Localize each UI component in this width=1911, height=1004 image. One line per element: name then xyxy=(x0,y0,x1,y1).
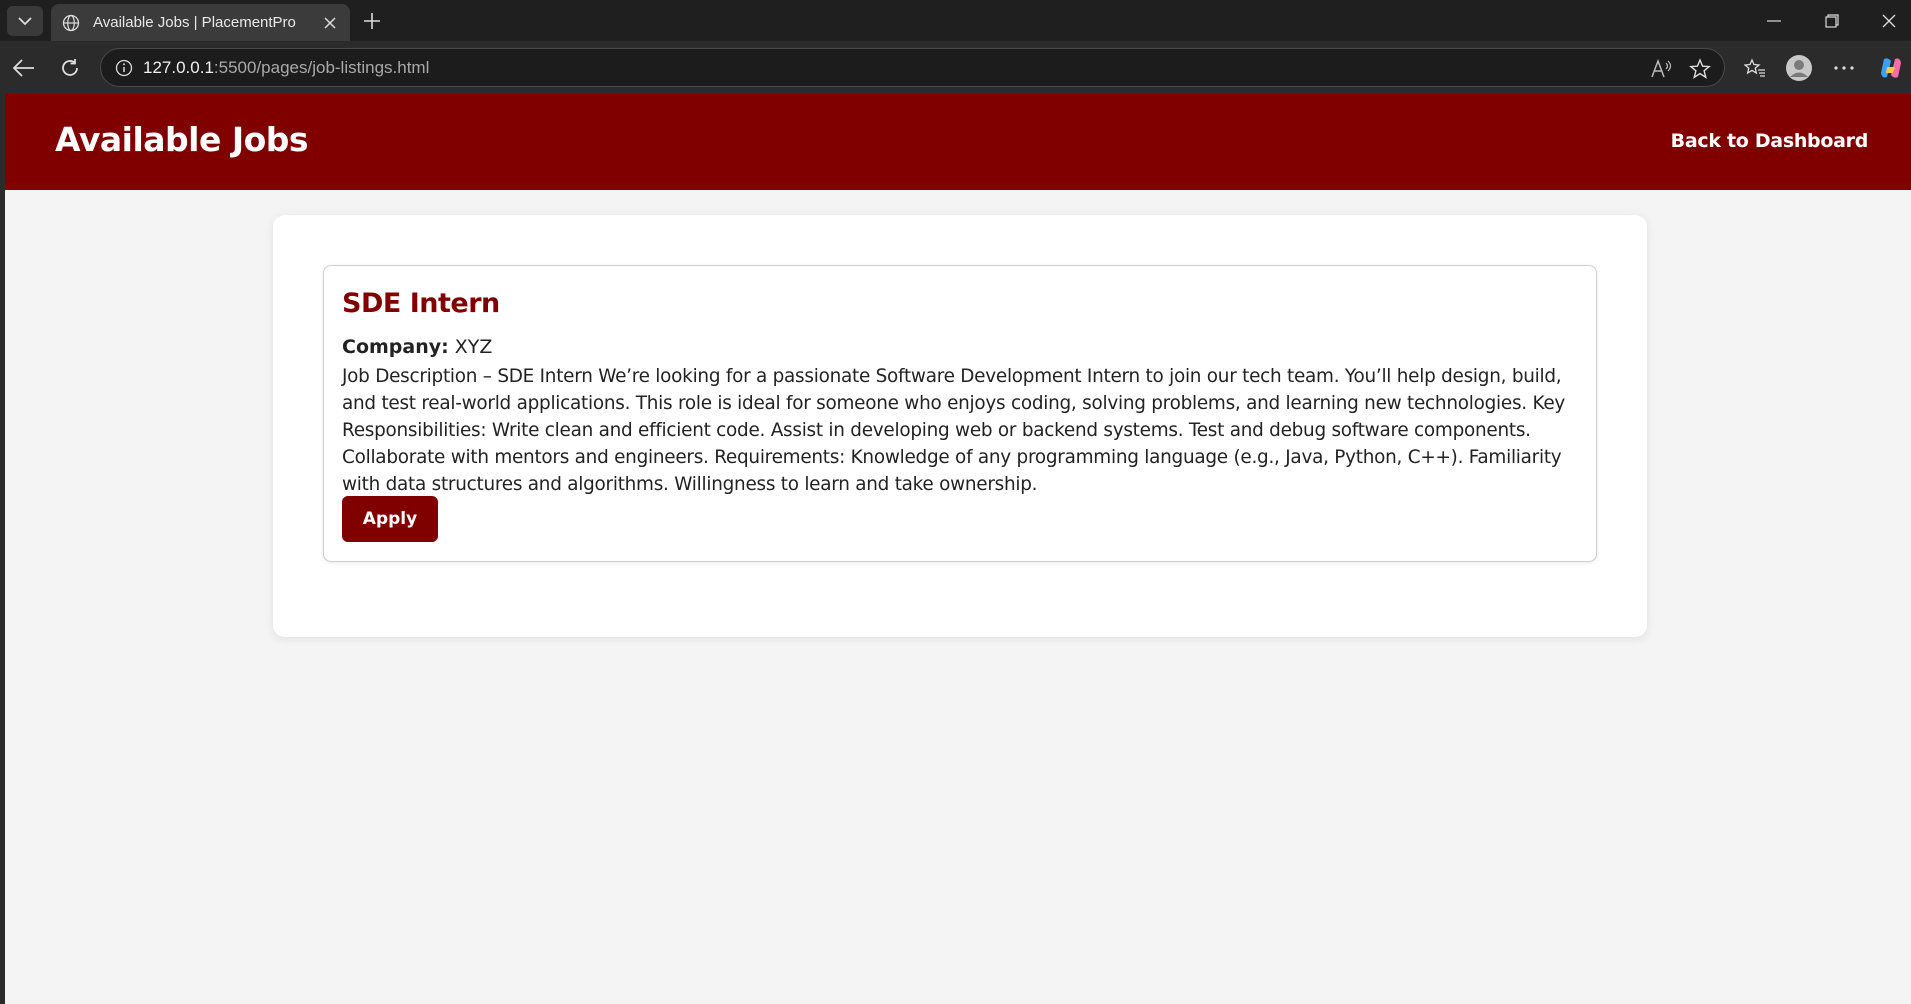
new-tab-plus-icon[interactable] xyxy=(357,7,387,35)
close-tab-icon[interactable] xyxy=(320,13,340,33)
company-label: Company: xyxy=(342,336,449,358)
company-line: Company: XYZ xyxy=(342,336,492,358)
url-host: 127.0.0.1 xyxy=(143,57,214,77)
read-aloud-icon[interactable] xyxy=(1650,57,1674,81)
copilot-icon[interactable] xyxy=(1876,53,1906,83)
address-bar[interactable]: 127.0.0.1:5500/pages/job-listings.html xyxy=(100,48,1725,87)
tab-actions-chevron-icon[interactable] xyxy=(7,6,43,36)
url-path: :5500/pages/job-listings.html xyxy=(213,57,430,77)
restore-icon[interactable] xyxy=(1810,6,1854,36)
back-to-dashboard-link[interactable]: Back to Dashboard xyxy=(1671,130,1869,152)
profile-avatar-icon[interactable] xyxy=(1784,53,1814,83)
globe-icon xyxy=(61,13,81,33)
job-title: SDE Intern xyxy=(342,288,500,319)
refresh-icon[interactable] xyxy=(53,51,87,85)
tab-title: Available Jobs | PlacementPro xyxy=(93,14,296,31)
favorites-icon[interactable] xyxy=(1740,53,1770,83)
more-options-icon[interactable] xyxy=(1829,53,1859,83)
browser-tab-bar: Available Jobs | PlacementPro xyxy=(0,0,1911,41)
close-window-icon[interactable] xyxy=(1867,6,1911,36)
page-viewport: Available Jobs Back to Dashboard SDE Int… xyxy=(5,94,1911,1004)
browser-tab[interactable]: Available Jobs | PlacementPro xyxy=(51,4,350,41)
job-listings-container: SDE Intern Company: XYZ Job Description … xyxy=(273,215,1647,637)
site-info-icon[interactable] xyxy=(113,57,135,79)
job-description: Job Description – SDE Intern We’re looki… xyxy=(342,366,1566,495)
company-name: XYZ xyxy=(454,336,493,358)
favorite-star-icon[interactable] xyxy=(1688,57,1712,81)
site-header: Available Jobs Back to Dashboard xyxy=(5,94,1911,190)
job-card: SDE Intern Company: XYZ Job Description … xyxy=(323,265,1597,562)
minimize-icon[interactable] xyxy=(1752,6,1796,36)
page-title: Available Jobs xyxy=(55,120,309,159)
browser-toolbar: 127.0.0.1:5500/pages/job-listings.html xyxy=(0,41,1911,94)
apply-button[interactable]: Apply xyxy=(342,496,438,542)
back-arrow-icon[interactable] xyxy=(7,51,41,85)
url-text: 127.0.0.1:5500/pages/job-listings.html xyxy=(143,58,429,78)
